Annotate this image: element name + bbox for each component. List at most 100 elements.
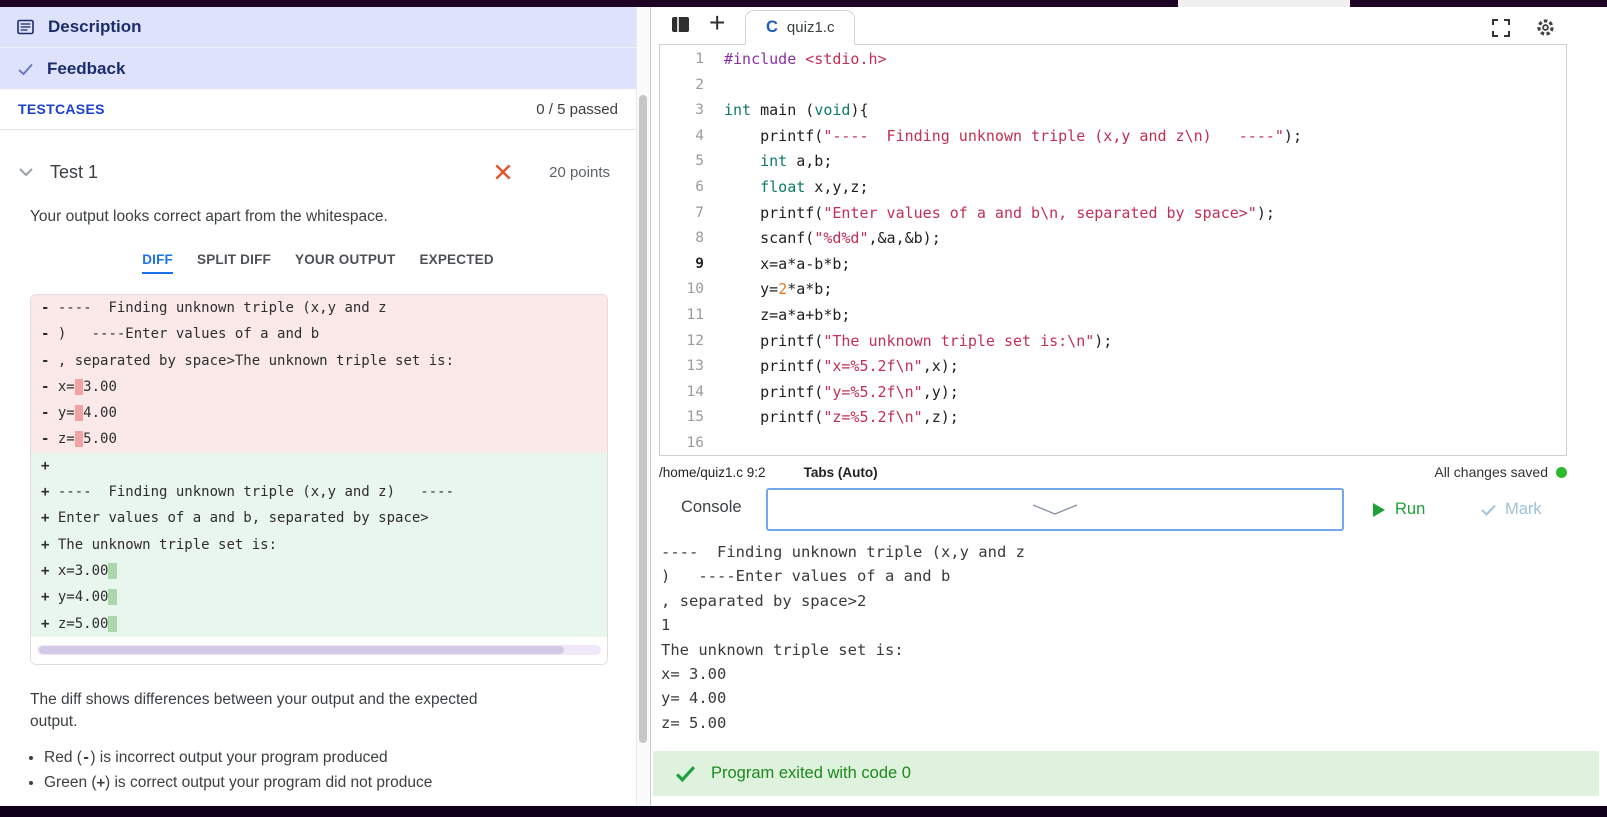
save-status: All changes saved bbox=[1434, 464, 1548, 480]
testcases-header: TESTCASES 0 / 5 passed bbox=[0, 89, 636, 130]
panel-scrollbar bbox=[636, 7, 649, 806]
add-tab-icon[interactable]: + bbox=[709, 4, 725, 41]
ide-panel: + C quiz1.c 1 #include <stdio.h> 2 3 int mai… bbox=[650, 7, 1607, 806]
diff-scrollbar bbox=[31, 636, 607, 664]
test-name: Test 1 bbox=[50, 161, 99, 182]
editor-statusbar: /home/quiz1.c 9:2 Tabs (Auto) All change… bbox=[659, 459, 1567, 485]
testcases-label: TESTCASES bbox=[18, 101, 105, 117]
gear-icon[interactable] bbox=[1536, 18, 1555, 37]
diff-line: + The unknown triple set is: bbox=[31, 531, 607, 558]
diff-lines: - ---- Finding unknown triple (x,y and z… bbox=[31, 295, 607, 637]
console-line: , separated by space>2 bbox=[661, 591, 867, 610]
diff-tab-split-diff[interactable]: SPLIT DIFF bbox=[197, 252, 271, 274]
code-line: 15 printf("z=%5.2f\n",z); bbox=[686, 408, 959, 427]
diff-line: + Enter values of a and b, separated by … bbox=[31, 505, 607, 532]
mark-button[interactable]: Mark bbox=[1481, 488, 1542, 531]
code-line: 2 bbox=[695, 76, 704, 93]
diff-line: + x=3.00 bbox=[31, 557, 607, 585]
console-line: The unknown triple set is: bbox=[661, 640, 904, 659]
console-line: 1 bbox=[661, 616, 671, 635]
diff-line: - z= 5.00 bbox=[31, 426, 607, 453]
console-line: z= 5.00 bbox=[661, 713, 727, 732]
file-tab[interactable]: C quiz1.c bbox=[745, 10, 856, 45]
section-feedback[interactable]: Feedback bbox=[0, 48, 636, 89]
check-icon bbox=[18, 63, 33, 75]
diff-tab-expected[interactable]: EXPECTED bbox=[419, 252, 493, 274]
code-lines: 1 #include <stdio.h> 2 3 int main (void){4 p… bbox=[660, 47, 1566, 455]
console-toolbar: Console Run Mark bbox=[651, 488, 1607, 534]
code-line: 16 bbox=[686, 434, 704, 451]
diff-view: - ---- Finding unknown triple (x,y and z… bbox=[30, 294, 608, 665]
exit-status-banner: Program exited with code 0 bbox=[653, 751, 1599, 796]
play-icon bbox=[1373, 502, 1385, 517]
c-language-icon: C bbox=[766, 18, 778, 36]
code-line: 3 int main (void){ bbox=[695, 101, 869, 120]
code-line: 7 printf("Enter values of a and b\n, sep… bbox=[695, 203, 1275, 222]
diff-tab-diff[interactable]: DIFF bbox=[142, 252, 173, 274]
feedback-label: Feedback bbox=[47, 58, 126, 78]
editor-tabbar: + C quiz1.c bbox=[651, 4, 1607, 45]
diff-line: + ---- Finding unknown triple (x,y and z… bbox=[31, 479, 607, 506]
code-line: 14 printf("y=%5.2f\n",y); bbox=[686, 382, 959, 401]
panes-icon[interactable] bbox=[671, 16, 690, 33]
code-line: 11 z=a*a+b*b; bbox=[686, 305, 851, 324]
mark-label: Mark bbox=[1505, 500, 1542, 518]
console-line: y= 4.00 bbox=[661, 689, 727, 708]
code-line: 12 printf("The unknown triple set is:\n"… bbox=[686, 331, 1113, 350]
console-line: ---- Finding unknown triple (x,y and z bbox=[661, 543, 1025, 561]
diff-line: + y=4.00 bbox=[31, 584, 607, 611]
file-path-position: /home/quiz1.c 9:2 bbox=[659, 464, 766, 480]
tabs-mode[interactable]: Tabs (Auto) bbox=[804, 465, 878, 480]
diff-line: + z=5.00 bbox=[31, 610, 607, 637]
panel-scrollbar-thumb[interactable] bbox=[639, 95, 647, 743]
exit-message: Program exited with code 0 bbox=[711, 764, 911, 782]
feedback-panel: Description Feedback TESTCASES 0 / 5 pas… bbox=[0, 7, 636, 806]
fail-x-icon bbox=[495, 164, 511, 180]
check-icon bbox=[1481, 504, 1496, 516]
section-description[interactable]: Description bbox=[0, 7, 636, 48]
test-points: 20 points bbox=[549, 163, 610, 181]
description-icon bbox=[17, 19, 34, 35]
diff-tabs: DIFF SPLIT DIFF YOUR OUTPUT EXPECTED bbox=[0, 252, 636, 274]
editor-actions bbox=[1492, 18, 1555, 37]
diff-scrollbar-thumb[interactable] bbox=[39, 645, 564, 654]
diff-line: - , separated by space>The unknown tripl… bbox=[31, 347, 607, 374]
chevron-down-icon bbox=[1032, 503, 1078, 515]
code-editor[interactable]: 1 #include <stdio.h> 2 3 int main (void){4 p… bbox=[659, 44, 1567, 456]
diff-scrollbar-track bbox=[37, 644, 601, 655]
diff-line: + bbox=[31, 452, 607, 480]
code-line: 9 x=a*a-b*b; bbox=[695, 254, 851, 273]
diff-explanation: The diff shows differences between your … bbox=[30, 690, 478, 730]
legend-list: Red (-) is incorrect output your program… bbox=[44, 749, 636, 792]
console-label: Console bbox=[681, 498, 742, 516]
description-label: Description bbox=[48, 17, 142, 36]
diff-line: - y= 4.00 bbox=[31, 400, 607, 427]
code-line: 13 printf("x=%5.2f\n",x); bbox=[686, 357, 959, 376]
console-input[interactable] bbox=[766, 488, 1344, 531]
success-check-icon bbox=[675, 766, 696, 783]
run-button[interactable]: Run bbox=[1373, 488, 1425, 531]
app: Description Feedback TESTCASES 0 / 5 pas… bbox=[0, 0, 1607, 817]
console-line: ) ----Enter values of a and b bbox=[661, 567, 951, 586]
code-line: 6 float x,y,z; bbox=[695, 177, 869, 196]
run-label: Run bbox=[1395, 500, 1426, 518]
passed-count: 0 / 5 passed bbox=[536, 100, 618, 118]
diff-line: - ---- Finding unknown triple (x,y and z bbox=[31, 295, 607, 322]
file-tab-label: quiz1.c bbox=[786, 19, 835, 36]
code-line: 4 printf("---- Finding unknown triple (x… bbox=[695, 126, 1302, 145]
console-output: ---- Finding unknown triple (x,y and z ) … bbox=[661, 540, 1025, 735]
diff-tab-your-output[interactable]: YOUR OUTPUT bbox=[295, 252, 395, 274]
feedback-message: Your output looks correct apart from the… bbox=[30, 208, 388, 225]
diff-line: - x= 3.00 bbox=[31, 373, 607, 401]
diff-line: - ) ----Enter values of a and b bbox=[31, 321, 607, 348]
taskbar bbox=[0, 806, 1607, 817]
saved-indicator-dot bbox=[1556, 466, 1567, 478]
fullscreen-icon[interactable] bbox=[1492, 18, 1510, 37]
test-header[interactable]: Test 1 20 points bbox=[0, 150, 636, 194]
legend-item: Red (-) is incorrect output your program… bbox=[44, 749, 636, 767]
console-line: x= 3.00 bbox=[661, 665, 727, 684]
chevron-down-icon bbox=[19, 168, 33, 177]
browser-chrome-segment bbox=[1178, 0, 1350, 7]
code-line: 5 int a,b; bbox=[695, 152, 833, 171]
legend-item: Green (+) is correct output your program… bbox=[44, 774, 636, 792]
